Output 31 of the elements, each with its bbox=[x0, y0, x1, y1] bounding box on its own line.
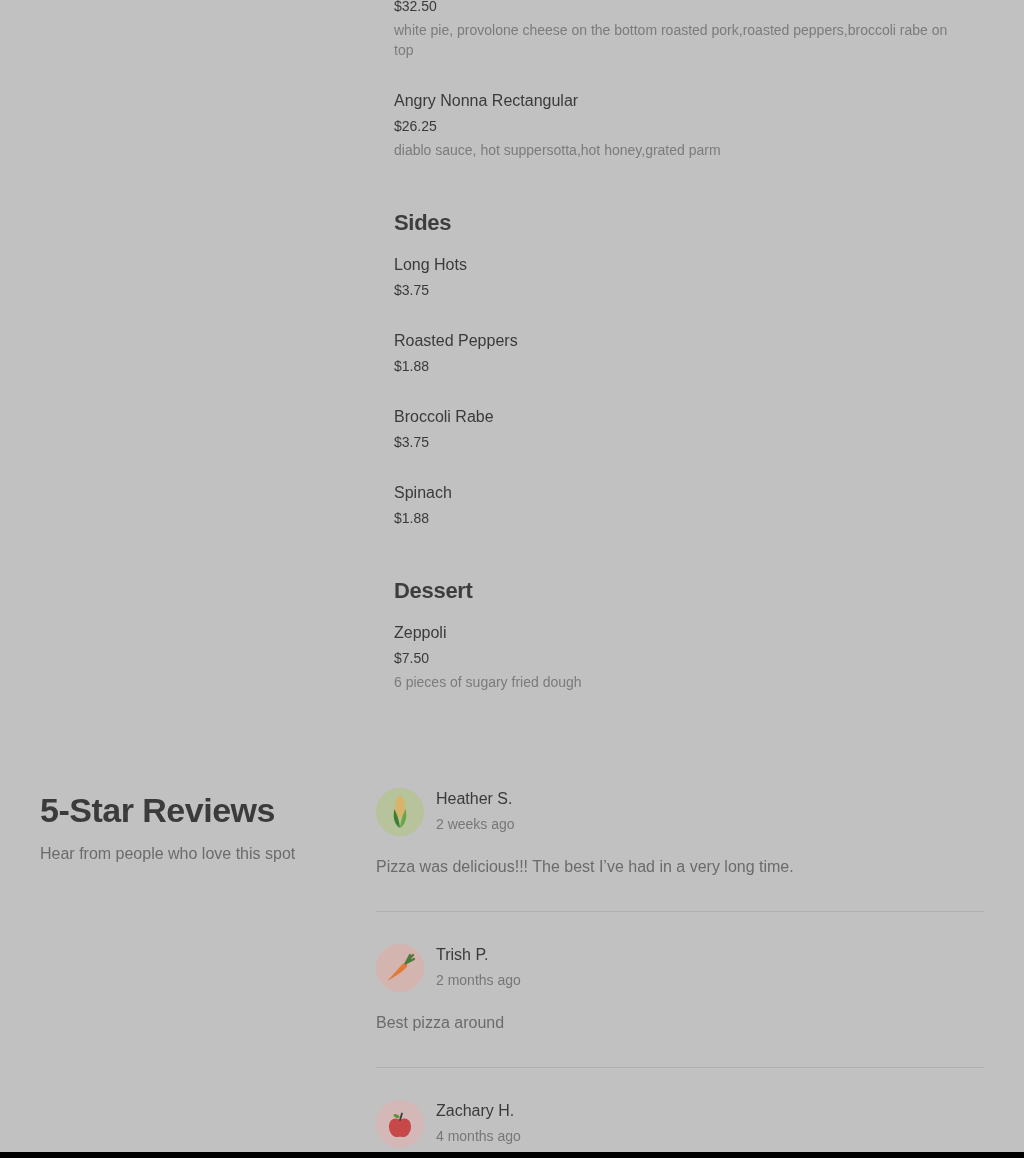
reviews-heading: 5-Star Reviews bbox=[40, 790, 275, 830]
reviews-subtitle: Hear from people who love this spot bbox=[40, 844, 296, 864]
menu-item-price: $1.88 bbox=[394, 357, 430, 376]
apple-avatar-icon bbox=[376, 1100, 424, 1148]
menu-section-heading: Sides bbox=[394, 209, 452, 237]
review-text: Best pizza around bbox=[376, 1013, 505, 1033]
reviewer-name: Trish P. bbox=[436, 945, 489, 965]
menu-item-name: Long Hots bbox=[394, 255, 467, 275]
reviewer-name: Zachary H. bbox=[436, 1101, 515, 1121]
menu-item-price: $7.50 bbox=[394, 649, 430, 668]
menu-item-name: Roasted Peppers bbox=[394, 331, 518, 351]
menu-item-description: diablo sauce, hot suppersotta,hot honey,grated parm bbox=[394, 141, 721, 160]
menu-item-price: $26.25 bbox=[394, 117, 437, 136]
menu-item-description: white pie, provolone cheese on the bottom roasted pork,roasted peppers,broccoli rabe on top bbox=[394, 21, 949, 60]
menu-item-price: $32.50 bbox=[394, 0, 437, 16]
menu-item-price: $1.88 bbox=[394, 509, 430, 528]
review-time: 4 months ago bbox=[436, 1127, 521, 1146]
review-time: 2 weeks ago bbox=[436, 815, 515, 834]
menu-item-name: Zeppoli bbox=[394, 623, 447, 643]
corn-avatar-icon bbox=[376, 788, 424, 836]
menu-item-name: Broccoli Rabe bbox=[394, 407, 494, 427]
review-time: 2 months ago bbox=[436, 971, 521, 990]
menu-item-name: Spinach bbox=[394, 483, 452, 503]
menu-item-price: $3.75 bbox=[394, 433, 430, 452]
review-text: Pizza was delicious!!! The best I’ve had in a very long time. bbox=[376, 857, 794, 877]
carrot-avatar-icon bbox=[376, 944, 424, 992]
menu-section-heading: Dessert bbox=[394, 577, 473, 605]
menu-item-description: 6 pieces of sugary fried dough bbox=[394, 673, 582, 692]
menu-item-name: Angry Nonna Rectangular bbox=[394, 91, 579, 111]
reviewer-name: Heather S. bbox=[436, 789, 513, 809]
menu-item-price: $3.75 bbox=[394, 281, 430, 300]
